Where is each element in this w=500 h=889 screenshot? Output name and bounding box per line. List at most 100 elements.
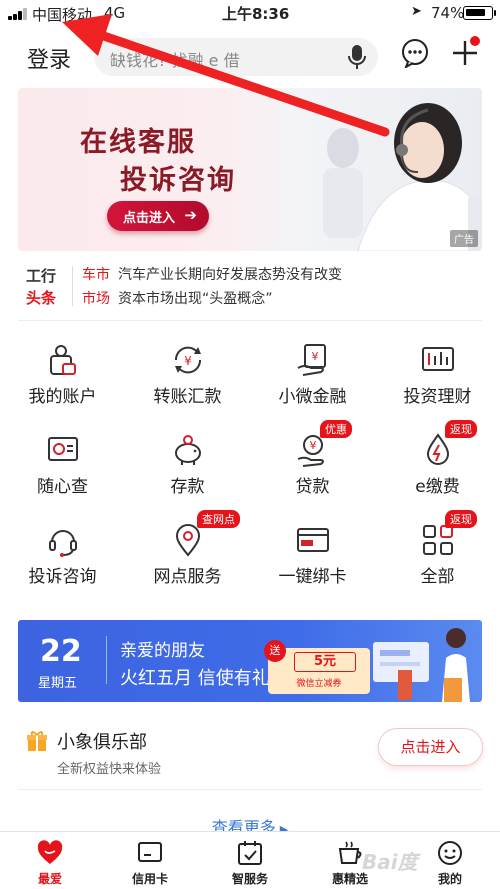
notification-dot (470, 36, 480, 46)
club-enter-button[interactable]: 点击进入 (378, 728, 483, 766)
news-tag: 市场 (82, 291, 110, 307)
grid-item-label: 我的账户 (28, 387, 97, 407)
grid-item-deposit[interactable]: 存款 (125, 420, 250, 510)
coupon: 送 5元 微信立减券 (264, 640, 370, 694)
carrier-name: 中国移动 (32, 6, 93, 24)
bind-card-icon (297, 528, 329, 552)
grid-item-e-payment[interactable]: e缴费 返现 (375, 420, 500, 510)
grid-item-label: 网点服务 (153, 567, 222, 587)
login-button[interactable]: 登录 (27, 42, 71, 74)
ad-label: 广告 (450, 230, 478, 247)
search-input[interactable]: 缺钱花? 找融 e 借 (94, 38, 378, 76)
tab-credit-card[interactable]: 信用卡 (100, 832, 200, 889)
grid-item-label: 一键绑卡 (278, 567, 347, 587)
search-placeholder: 缺钱花? 找融 e 借 (110, 51, 240, 70)
heart-icon (37, 840, 63, 864)
tab-label: 最爱 (37, 872, 62, 886)
headset-icon (49, 530, 77, 557)
promo-headline: 亲爱的朋友 (120, 641, 205, 661)
divider (18, 789, 482, 790)
grid-item-bind-card[interactable]: 一键绑卡 (250, 510, 375, 600)
grid-item-micro-finance[interactable]: ¥ 小微金融 (250, 330, 375, 420)
news-logo: 工行 头条 (26, 267, 57, 307)
grid-item-loan[interactable]: ¥ 贷款 优惠 (250, 420, 375, 510)
customer-service-agent-image (323, 103, 482, 251)
promo-illustration (373, 628, 470, 702)
plus-icon[interactable] (450, 36, 480, 68)
tab-label: 智服务 (231, 872, 268, 886)
coupon-amount: 5元 (294, 652, 356, 672)
grid-item-label: 转账汇款 (153, 387, 222, 407)
banner-enter-button[interactable]: 点击进入 ➔ (107, 201, 209, 231)
news-divider (72, 266, 73, 306)
piggy-bank-icon (175, 435, 201, 465)
news-text: 资本市场出现“头盈概念” (118, 291, 273, 307)
news-tag: 车市 (82, 267, 110, 283)
banner-enter-label: 点击进入 (123, 211, 176, 226)
cashback-badge: 返现 (445, 510, 477, 528)
news-ticker[interactable]: 工行 头条 车市 汽车产业长期向好发展态势没有改变 市场 资本市场出现“头盈概念” (0, 258, 500, 316)
network-type: 4G (104, 4, 126, 22)
grid-item-label: 存款 (170, 477, 205, 497)
customer-service-banner[interactable]: 在线客服 投诉咨询 点击进入 ➔ 广告 (18, 88, 482, 251)
cashback-badge: 返现 (445, 420, 477, 438)
bottom-tab-bar: 最爱 信用卡 智服务 惠精选 我的 (0, 831, 500, 889)
credit-card-icon (138, 842, 162, 862)
grid-item-label: 投资理财 (403, 387, 472, 407)
message-icon[interactable] (400, 38, 430, 68)
promo-weekday: 星期五 (38, 676, 78, 691)
grid-item-query[interactable]: 随心查 (0, 420, 125, 510)
watermark-logo: Bai度 (362, 850, 418, 874)
calendar-check-icon (238, 841, 262, 865)
promo-badge: 优惠 (320, 420, 352, 438)
grid-item-my-account[interactable]: 我的账户 (0, 330, 125, 420)
tab-smart-service[interactable]: 智服务 (200, 832, 300, 889)
divider (18, 320, 482, 321)
grid-item-label: e缴费 (415, 477, 460, 497)
grid-item-all[interactable]: 全部 返现 (375, 510, 500, 600)
find-branch-badge: 查网点 (197, 510, 240, 528)
promo-banner[interactable]: 22 星期五 亲爱的朋友 火红五月 信使有礼 送 5元 微信立减券 (18, 620, 482, 702)
smiley-face-icon (438, 841, 462, 865)
signal-strength-icon (8, 8, 30, 20)
investment-icon (422, 347, 454, 371)
grid-item-label: 小微金融 (278, 387, 347, 407)
grid-item-branch-service[interactable]: 网点服务 查网点 (125, 510, 250, 600)
coupon-tag: 送 (264, 640, 286, 662)
banner-title-line2: 投诉咨询 (120, 165, 236, 196)
grid-item-label: 贷款 (295, 477, 330, 497)
elephant-club-section: 小象俱乐部 全新权益快来体验 点击进入 (0, 716, 500, 786)
coupon-subtitle: 微信立减券 (296, 679, 342, 689)
svg-text:¥: ¥ (312, 350, 319, 363)
battery-percent: 74% (431, 4, 465, 22)
status-bar: 中国移动 4G 上午8:36 ➤ 74% (0, 0, 500, 26)
grid-item-label: 投诉咨询 (28, 567, 97, 587)
micro-finance-icon: ¥ (297, 344, 326, 376)
status-time: 上午8:36 (222, 5, 290, 23)
battery-icon (463, 6, 496, 20)
tab-label: 信用卡 (131, 872, 168, 886)
query-icon (48, 437, 78, 461)
tab-favorites[interactable]: 最爱 (0, 832, 100, 889)
svg-text:¥: ¥ (184, 354, 192, 368)
grid-item-label: 全部 (420, 567, 455, 587)
transfer-icon: ¥ (174, 346, 202, 374)
club-subtitle: 全新权益快来体验 (57, 762, 162, 777)
grid-item-complaint[interactable]: 投诉咨询 (0, 510, 125, 600)
news-text: 汽车产业长期向好发展态势没有改变 (118, 267, 342, 283)
club-name: 小象俱乐部 (57, 732, 147, 753)
news-item[interactable]: 市场 资本市场出现“头盈概念” (82, 288, 273, 308)
svg-text:¥: ¥ (310, 439, 317, 452)
promo-day: 22 (40, 634, 82, 669)
microphone-icon[interactable] (346, 44, 368, 70)
arrow-right-icon: ➔ (184, 206, 197, 224)
coffee-cup-icon (338, 841, 362, 864)
promo-subline: 火红五月 信使有礼 (120, 668, 270, 689)
grid-item-investment[interactable]: 投资理财 (375, 330, 500, 420)
grid-item-transfer[interactable]: ¥ 转账汇款 (125, 330, 250, 420)
app-header: 登录 缺钱花? 找融 e 借 (0, 30, 500, 82)
promo-divider (106, 636, 107, 684)
banner-title-line1: 在线客服 (80, 127, 196, 158)
grid-item-label: 随心查 (37, 477, 88, 497)
news-item[interactable]: 车市 汽车产业长期向好发展态势没有改变 (82, 264, 342, 284)
